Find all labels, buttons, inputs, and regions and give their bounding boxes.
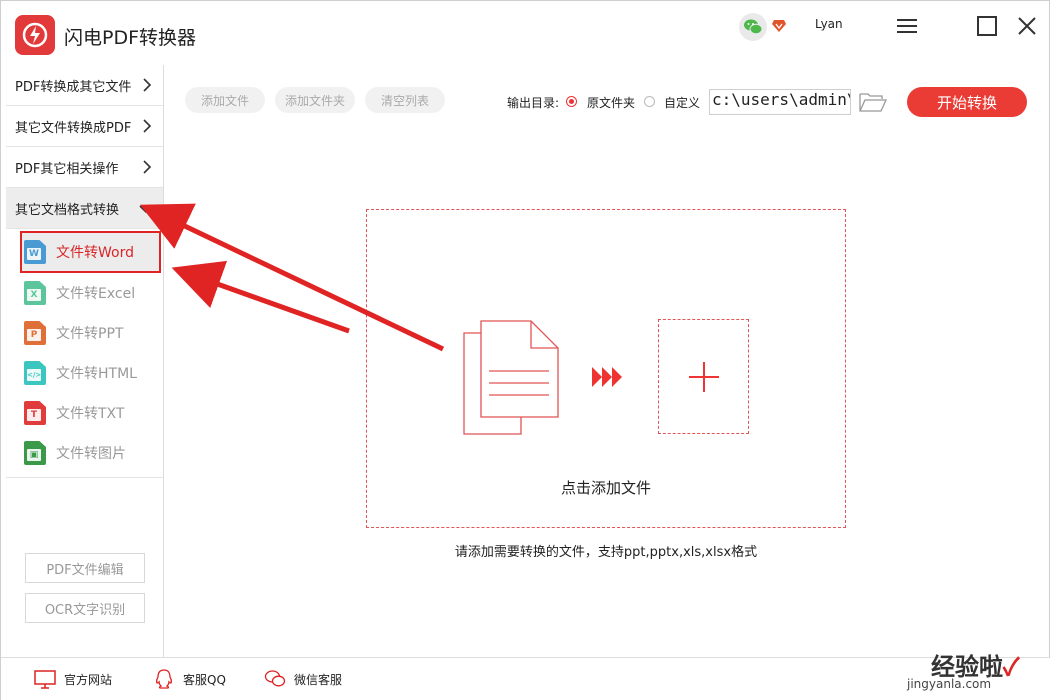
menu-label: PDF转换成其它文件 [15, 79, 132, 95]
sidebar: PDF转换成其它文件 其它文件转换成PDF PDF其它相关操作 其它文档格式转换… [6, 65, 164, 657]
footer-label: 官方网站 [64, 672, 113, 687]
menu-label: 其它文件转换成PDF [15, 120, 132, 136]
close-icon[interactable] [1014, 13, 1040, 39]
app-window: 闪电PDF转换器 Lyan PDF转换成其它文件 其它文件转换成PDF PDF其… [0, 0, 1050, 700]
app-logo-icon [15, 15, 55, 55]
vip-diamond-icon[interactable] [771, 17, 787, 33]
maximize-icon[interactable] [974, 13, 1000, 39]
sub-item-to-image[interactable]: ▣ 文件转图片 [6, 433, 163, 473]
watermark-check-icon: ✓ [1003, 652, 1020, 681]
original-folder-radio[interactable] [566, 96, 577, 107]
monitor-icon [34, 670, 56, 689]
document-illustration-icon [461, 319, 561, 437]
menu-other-to-pdf[interactable]: 其它文件转换成PDF [6, 106, 163, 147]
ppt-file-icon: P [24, 321, 46, 345]
footer-label: 微信客服 [294, 672, 343, 687]
sub-item-to-txt[interactable]: T 文件转TXT [6, 393, 163, 433]
add-folder-button[interactable]: 添加文件夹 [275, 87, 355, 113]
triple-arrow-icon [591, 365, 625, 389]
custom-folder-radio[interactable] [644, 96, 655, 107]
sub-item-label: 文件转图片 [56, 446, 126, 462]
pdf-edit-button[interactable]: PDF文件编辑 [25, 553, 145, 583]
sub-item-label: 文件转TXT [56, 406, 125, 422]
qq-support-link[interactable]: 客服QQ [153, 668, 226, 690]
folder-open-icon[interactable] [859, 91, 888, 113]
sub-item-to-html[interactable]: </> 文件转HTML [6, 353, 163, 393]
txt-file-icon: T [24, 401, 46, 425]
annotation-arrow-sub-item [171, 260, 350, 334]
sub-item-to-ppt[interactable]: P 文件转PPT [6, 313, 163, 353]
menu-label: PDF其它相关操作 [15, 161, 119, 177]
clear-list-button[interactable]: 清空列表 [365, 87, 445, 113]
menu-icon[interactable] [894, 13, 920, 39]
footer-bar: 官方网站 客服QQ 微信客服 [1, 657, 1050, 700]
sub-item-label: 文件转PPT [56, 326, 124, 342]
html-file-icon: </> [24, 361, 46, 385]
excel-file-icon: X [24, 281, 46, 305]
user-name[interactable]: Lyan [815, 17, 843, 31]
menu-label: 其它文档格式转换 [15, 202, 120, 218]
original-folder-label[interactable]: 原文件夹 [587, 94, 635, 111]
drop-zone-title[interactable]: 点击添加文件 [366, 477, 846, 498]
add-file-plus-icon[interactable] [658, 319, 749, 434]
qq-icon [155, 669, 173, 689]
sub-item-label: 文件转Word [56, 245, 134, 261]
wechat-icon [264, 670, 286, 687]
menu-pdf-to-other[interactable]: PDF转换成其它文件 [6, 65, 163, 106]
chevron-right-icon [143, 78, 152, 92]
footer-label: 客服QQ [183, 672, 226, 687]
wechat-support-link[interactable]: 微信客服 [264, 668, 342, 690]
chevron-right-icon [143, 160, 152, 174]
menu-pdf-other-ops[interactable]: PDF其它相关操作 [6, 147, 163, 188]
sub-menu-list: W 文件转Word X 文件转Excel P 文件转PPT </> 文件转HTM… [6, 229, 163, 478]
add-file-button[interactable]: 添加文件 [185, 87, 265, 113]
word-file-icon: W [24, 240, 46, 264]
wechat-login-icon[interactable] [739, 13, 767, 41]
app-title: 闪电PDF转换器 [64, 27, 197, 49]
official-website-link[interactable]: 官方网站 [34, 668, 112, 690]
menu-other-doc-convert[interactable]: 其它文档格式转换 [6, 188, 163, 229]
sub-item-label: 文件转HTML [56, 366, 137, 382]
start-convert-button[interactable]: 开始转换 [907, 87, 1027, 117]
watermark-url: jingyanla.com [907, 677, 992, 691]
custom-folder-label[interactable]: 自定义 [664, 94, 700, 111]
chevron-right-icon [143, 119, 152, 133]
output-path-input[interactable]: c:\users\admin\d [709, 89, 851, 115]
chevron-down-icon [139, 205, 153, 214]
image-file-icon: ▣ [24, 441, 46, 465]
output-dir-label: 输出目录: [507, 96, 560, 110]
ocr-button[interactable]: OCR文字识别 [25, 593, 145, 623]
supported-formats-hint: 请添加需要转换的文件，支持ppt,pptx,xls,xlsx格式 [454, 545, 758, 560]
sub-item-to-word[interactable]: W 文件转Word [20, 231, 161, 273]
title-bar: 闪电PDF转换器 Lyan [1, 1, 1049, 65]
sub-item-label: 文件转Excel [56, 286, 136, 302]
sub-item-to-excel[interactable]: X 文件转Excel [6, 273, 163, 313]
